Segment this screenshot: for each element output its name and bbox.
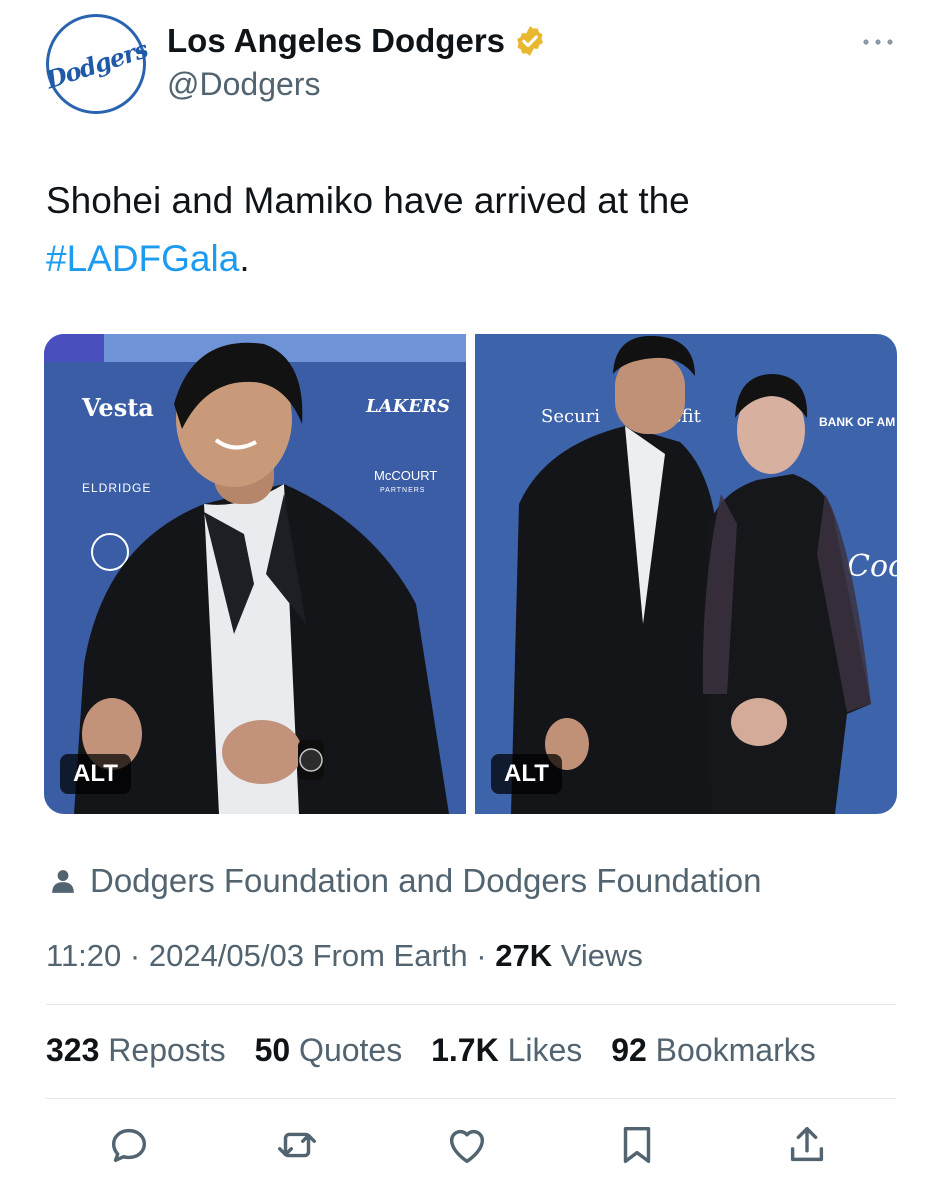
handle[interactable]: @Dodgers	[167, 66, 320, 103]
meta-separator: ·	[129, 938, 149, 973]
bookmark-icon	[623, 1126, 651, 1164]
views-label: Views	[560, 938, 643, 973]
backdrop-logo-lakers: LAKERS	[365, 396, 450, 417]
reposts-label: Reposts	[108, 1032, 226, 1068]
like-icon	[449, 1129, 485, 1164]
alt-badge-right[interactable]: ALT	[491, 754, 562, 794]
share-icon	[790, 1126, 824, 1162]
quotes-count: 50	[254, 1032, 291, 1068]
verified-icon[interactable]	[513, 24, 547, 58]
avatar-logo-text: Dodgers	[41, 34, 151, 94]
divider-bottom	[46, 1098, 896, 1099]
tweet-time[interactable]: 11:20	[46, 938, 121, 973]
reply-button[interactable]	[104, 1120, 154, 1170]
media-grid: Vesta ELDRIDGE LAKERS McCOURT PARTNERS A…	[44, 334, 897, 814]
more-icon[interactable]	[860, 34, 896, 50]
backdrop-logo-bank: BANK OF AM	[819, 415, 895, 429]
backdrop-logo-coca: Coca	[847, 549, 897, 584]
share-button[interactable]	[782, 1120, 832, 1170]
tweet-text-end: .	[239, 238, 250, 279]
engagement-stats: 323 Reposts 50 Quotes 1.7K Likes 92 Book…	[46, 1032, 836, 1069]
likes-count: 1.7K	[431, 1032, 499, 1068]
tagged-text: Dodgers Foundation and Dodgers Foundatio…	[90, 862, 762, 899]
bookmarks-stat[interactable]: 92 Bookmarks	[611, 1032, 836, 1068]
quotes-stat[interactable]: 50 Quotes	[255, 1032, 423, 1068]
photo-right[interactable]: Securi efit BANK OF AM Coca ALT	[475, 334, 897, 814]
avatar[interactable]: Dodgers	[42, 14, 150, 114]
tweet-header: Dodgers Los Angeles Dodgers @Dodgers	[42, 14, 896, 114]
bookmarks-count: 92	[611, 1032, 647, 1068]
tweet-date[interactable]: 2024/05/03	[149, 938, 304, 973]
backdrop-logo-securian: Securi	[541, 406, 600, 427]
tweet-text-body: Shohei and Mamiko have arrived at the	[46, 180, 690, 221]
likes-stat[interactable]: 1.7K Likes	[431, 1032, 602, 1068]
divider-top	[46, 1004, 896, 1005]
bookmark-button[interactable]	[612, 1120, 662, 1170]
views-count[interactable]: 27K	[495, 938, 552, 973]
photo-right-image: Securi efit BANK OF AM Coca	[475, 334, 897, 814]
tweet-text: Shohei and Mamiko have arrived at the #L…	[46, 172, 886, 288]
repost-button[interactable]	[272, 1120, 322, 1170]
backdrop-logo-vesta: Vesta	[81, 393, 154, 422]
tweet-source: From Earth	[312, 938, 468, 973]
tagged-users[interactable]: Dodgers Foundation and Dodgers Foundatio…	[50, 862, 761, 900]
photo-left-image: Vesta ELDRIDGE LAKERS McCOURT PARTNERS	[44, 334, 466, 814]
action-bar	[46, 1120, 896, 1180]
reposts-count: 323	[46, 1032, 100, 1068]
hashtag-link[interactable]: #LADFGala	[46, 238, 239, 279]
bookmarks-label: Bookmarks	[655, 1032, 816, 1068]
like-button[interactable]	[442, 1120, 492, 1170]
tweet-meta: 11:20 · 2024/05/03 From Earth · 27K View…	[46, 938, 643, 974]
alt-badge-left[interactable]: ALT	[60, 754, 131, 794]
likes-label: Likes	[507, 1032, 583, 1068]
person-icon	[52, 870, 74, 893]
name-row: Los Angeles Dodgers	[167, 22, 547, 60]
reposts-stat[interactable]: 323 Reposts	[46, 1032, 246, 1068]
reply-icon	[111, 1128, 147, 1163]
display-name[interactable]: Los Angeles Dodgers	[167, 22, 505, 60]
photo-left[interactable]: Vesta ELDRIDGE LAKERS McCOURT PARTNERS A…	[44, 334, 466, 814]
quotes-label: Quotes	[299, 1032, 403, 1068]
repost-icon	[278, 1132, 316, 1158]
backdrop-logo-mccourt: McCOURT	[374, 468, 437, 483]
meta-separator: ·	[476, 938, 496, 973]
backdrop-logo-partners: PARTNERS	[380, 487, 425, 494]
backdrop-logo-eldridge: ELDRIDGE	[82, 481, 151, 495]
